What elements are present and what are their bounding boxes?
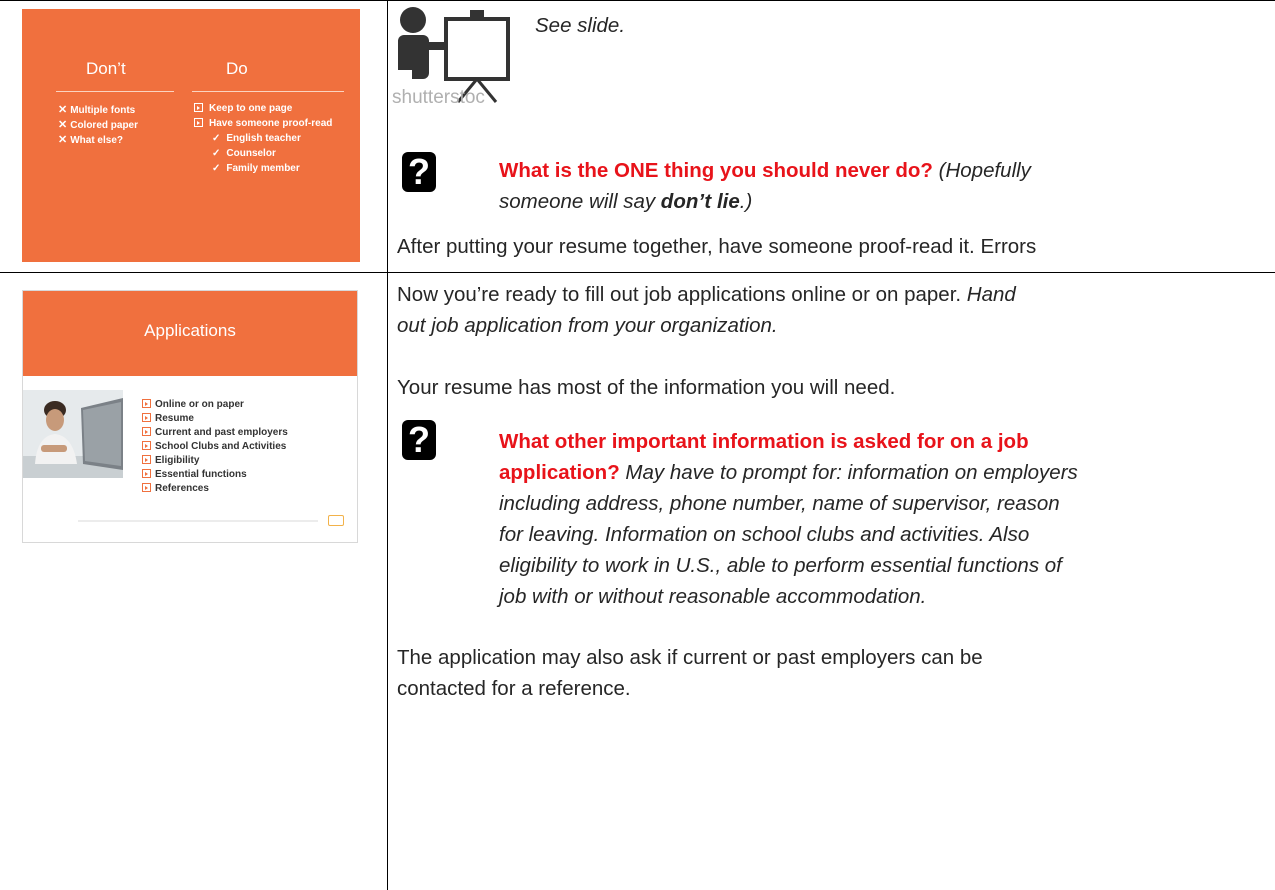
slide-applications: Applications Online or on paper Resume C… [22,290,358,543]
do-subitem: ✓ Family member [212,163,300,174]
see-slide-note: See slide. [535,14,626,37]
do-heading: Do [226,59,248,78]
question-note: someone will say don’t lie.) [499,190,753,213]
presenter-at-board-icon: shutterstoc [392,7,510,108]
question-other-info-cont: application? May have to prompt for: inf… [499,461,1078,484]
closing-line: The application may also ask if current … [397,646,983,669]
prompt-line: job with or without reasonable accommoda… [499,585,927,608]
slide-list-item: Online or on paper [142,399,244,410]
slide-list-item: Current and past employers [142,427,288,438]
organization-logo [328,515,344,526]
slide-dont-do: Don’t Do ✕ Multiple fonts ✕ Colored paper … [22,9,360,262]
slide-list-item: Essential functions [142,469,247,480]
slide-list-item: References [142,483,209,494]
resume-info-line: Your resume has most of the information … [397,376,896,399]
do-item: Keep to one page [194,103,292,114]
prompt-line: including address, phone number, name of… [499,492,1060,515]
prompt-line: for leaving. Information on school clubs… [499,523,1030,546]
slide-list-item: Eligibility [142,455,199,466]
do-subitem: ✓ English teacher [212,133,301,144]
question-mark-icon: ? [402,151,436,192]
do-underline [192,91,344,92]
closing-line: contacted for a reference. [397,677,631,700]
proofread-paragraph: After putting your resume together, have… [397,235,1037,258]
intro-line: Now you’re ready to fill out job applica… [397,283,1016,306]
slide-header: Applications [23,291,357,376]
prompt-line: eligibility to work in U.S., able to per… [499,554,1062,577]
do-item: Have someone proof-read [194,118,332,129]
dont-item: ✕ What else? [58,134,124,146]
student-laptop-photo [23,390,123,478]
question-mark-icon: ? [402,419,436,460]
table-border-top [0,0,1275,1]
svg-text:shutterstoc: shutterstoc [392,87,485,108]
question-one-thing: What is the ONE thing you should never d… [499,159,1031,182]
dont-item: ✕ Multiple fonts [58,104,136,116]
dont-underline [56,91,174,92]
question-other-info: What other important information is aske… [499,430,1029,453]
dont-heading: Don’t [86,59,126,78]
do-subitem: ✓ Counselor [212,148,276,159]
table-column-divider [387,0,388,890]
table-row-divider [0,272,1275,273]
dont-item: ✕ Colored paper [58,119,139,131]
handout-note: out job application from your organizati… [397,314,778,337]
slide-list-item: Resume [142,413,194,424]
slide-list-item: School Clubs and Activities [142,441,286,452]
slide-footer-text [78,520,318,522]
slide-title: Applications [144,321,236,340]
